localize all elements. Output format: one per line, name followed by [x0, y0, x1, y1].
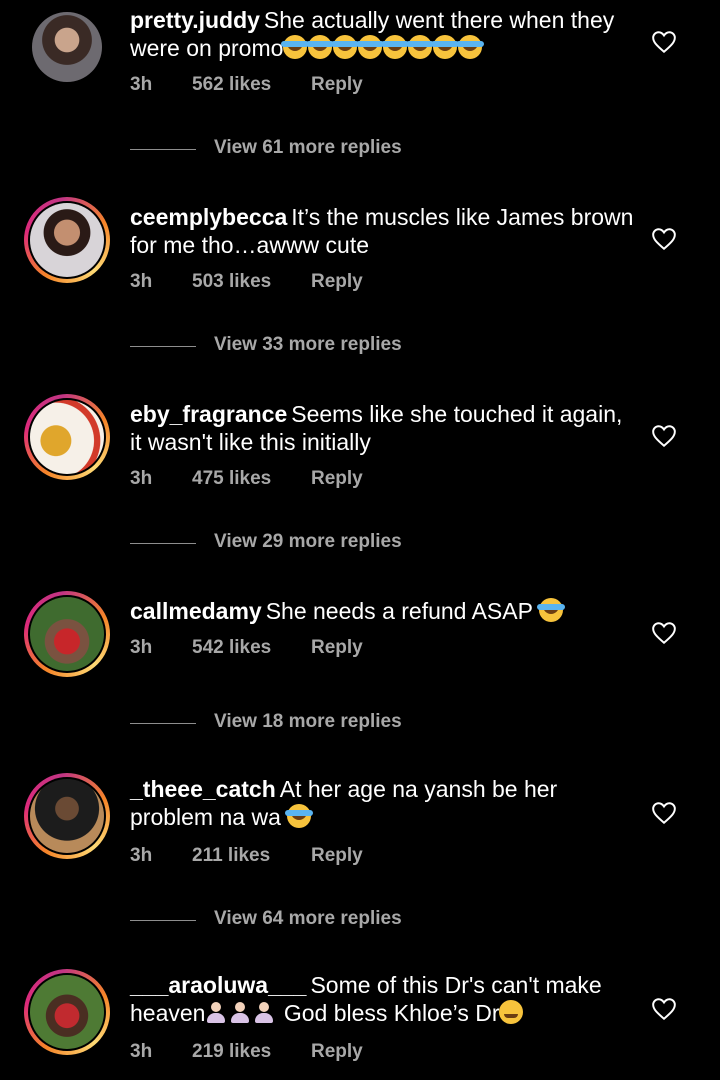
- comment-username[interactable]: callmedamy: [130, 598, 262, 624]
- comment-text-block: ceemplybecca It’s the muscles like James …: [130, 203, 640, 259]
- heart-outline-icon[interactable]: [651, 997, 677, 1021]
- comment-likes[interactable]: 542 likes: [192, 637, 271, 659]
- avatar[interactable]: [24, 591, 110, 677]
- comment-time: 3h: [130, 271, 153, 292]
- laughing-tears-emoji-icon: [285, 804, 314, 830]
- avatar[interactable]: [24, 773, 110, 859]
- avatar-image: [30, 975, 104, 1049]
- comment-time: 3h: [130, 74, 153, 95]
- comment-text-block: _theee_catch At her age na yansh be her p…: [130, 775, 640, 831]
- heart-outline-icon[interactable]: [651, 30, 677, 54]
- avatar-image: [32, 12, 102, 82]
- heart-outline-icon[interactable]: [651, 801, 677, 825]
- avatar[interactable]: [24, 969, 110, 1055]
- avatar-image: [30, 400, 104, 474]
- view-replies-label[interactable]: View 18 more replies: [214, 711, 402, 733]
- comment-text: She needs a refund ASAP: [265, 598, 533, 624]
- comment-time: 3h: [130, 468, 153, 489]
- reply-button[interactable]: Reply: [311, 637, 363, 659]
- divider: [130, 723, 196, 724]
- reply-button[interactable]: Reply: [311, 845, 363, 867]
- view-replies-label[interactable]: View 64 more replies: [214, 908, 402, 930]
- avatar[interactable]: [24, 197, 110, 283]
- reply-button[interactable]: Reply: [311, 74, 363, 96]
- comment-text-block: ___araoluwa___ Some of this Dr's can't ma…: [130, 971, 640, 1027]
- divider: [130, 346, 196, 347]
- reply-button[interactable]: Reply: [311, 271, 363, 293]
- avatar[interactable]: [24, 394, 110, 480]
- comment-likes[interactable]: 211 likes: [192, 845, 270, 867]
- wink-emoji-icon: [499, 1000, 524, 1026]
- avatar-image: [30, 597, 104, 671]
- view-replies-label[interactable]: View 61 more replies: [214, 137, 402, 159]
- heart-outline-icon[interactable]: [651, 227, 677, 251]
- laughing-tears-emoji-icon: [536, 598, 565, 624]
- comment-likes[interactable]: 219 likes: [192, 1041, 271, 1063]
- comment-text-block: callmedamy She needs a refund ASAP: [130, 597, 640, 625]
- heart-outline-icon[interactable]: [651, 621, 677, 645]
- heart-outline-icon[interactable]: [651, 424, 677, 448]
- comment-username[interactable]: ceemplybecca: [130, 204, 287, 230]
- comment-username[interactable]: ___araoluwa___: [130, 972, 306, 998]
- avatar[interactable]: [32, 12, 102, 82]
- comment-username[interactable]: eby_fragrance: [130, 401, 287, 427]
- avatar-image: [30, 203, 104, 277]
- comment-time: 3h: [130, 1041, 153, 1062]
- view-replies-label[interactable]: View 33 more replies: [214, 334, 402, 356]
- comment-time: 3h: [130, 637, 153, 658]
- comment-likes[interactable]: 475 likes: [192, 468, 271, 490]
- view-replies-label[interactable]: View 29 more replies: [214, 531, 402, 553]
- reply-button[interactable]: Reply: [311, 468, 363, 490]
- laughing-tears-emoji-icon: [281, 35, 485, 61]
- comment-likes[interactable]: 562 likes: [192, 74, 271, 96]
- comment-text-block: eby_fragrance Seems like she touched it a…: [130, 400, 640, 456]
- divider: [130, 543, 196, 544]
- woman-shrugging-emoji-icon: [205, 1000, 277, 1026]
- comment-text-block: pretty.juddy She actually went there when…: [130, 6, 640, 62]
- reply-button[interactable]: Reply: [311, 1041, 363, 1063]
- comment-username[interactable]: _theee_catch: [130, 776, 276, 802]
- comment-text-part-b: God bless Khloe’s Dr: [283, 1000, 500, 1026]
- divider: [130, 920, 196, 921]
- avatar-image: [30, 779, 104, 853]
- comment-time: 3h: [130, 845, 153, 866]
- comment-username[interactable]: pretty.juddy: [130, 7, 260, 33]
- comment-likes[interactable]: 503 likes: [192, 271, 271, 293]
- divider: [130, 149, 196, 150]
